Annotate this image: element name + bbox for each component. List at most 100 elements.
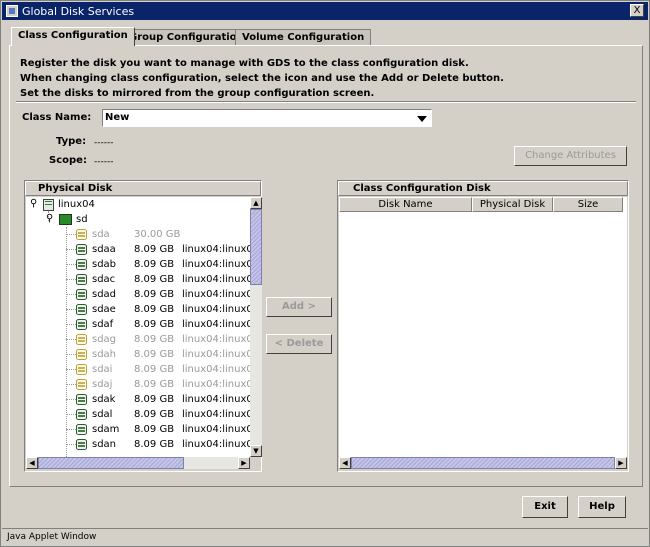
disk-name: sdak: [92, 394, 116, 405]
disk-name: sdam: [92, 424, 120, 435]
disk-name: sdaj: [92, 379, 113, 390]
disk-icon: [76, 379, 87, 390]
class-config-disk-table[interactable]: Disk Name Physical Disk Size: [339, 197, 627, 457]
expand-handle-icon[interactable]: ⚲: [30, 197, 37, 211]
tree-connector: [66, 414, 76, 415]
class-config-disk-title: Class Configuration Disk: [338, 181, 628, 196]
disk-name: sdah: [92, 349, 117, 360]
status-bar: Java Applet Window: [2, 528, 648, 546]
disk-row[interactable]: sdaj 8.09 GB linux04:linux05: [26, 377, 250, 392]
disk-icon: [76, 229, 87, 240]
disk-row[interactable]: sdal 8.09 GB linux04:linux05: [26, 407, 250, 422]
disk-size: 8.09 GB: [134, 319, 175, 330]
scope-value: ------: [94, 157, 114, 167]
tree-connector: [66, 444, 76, 445]
disk-icon: [76, 349, 87, 360]
scroll-up-icon[interactable]: ▲: [250, 197, 262, 209]
disk-location: linux04:linux05: [182, 334, 250, 345]
class-name-select[interactable]: New: [102, 109, 432, 127]
delete-button[interactable]: < Delete: [266, 334, 332, 354]
disk-row[interactable]: sdak 8.09 GB linux04:linux05: [26, 392, 250, 407]
tab-class-configuration[interactable]: Class Configuration: [11, 27, 135, 46]
disk-row[interactable]: sdam 8.09 GB linux04:linux05: [26, 422, 250, 437]
disk-icon: [76, 274, 87, 285]
disk-row[interactable]: sdag 8.09 GB linux04:linux05: [26, 332, 250, 347]
column-header-physical-disk[interactable]: Physical Disk: [472, 197, 553, 212]
disk-name: sda: [92, 229, 110, 240]
help-button[interactable]: Help: [578, 496, 626, 518]
disk-size: 8.09 GB: [134, 439, 175, 450]
disk-location: linux04:linux05: [182, 439, 250, 450]
disk-size: 8.09 GB: [134, 394, 175, 405]
disk-row[interactable]: sdad 8.09 GB linux04:linux05: [26, 287, 250, 302]
tree-connector: [66, 369, 76, 370]
disk-row[interactable]: sdae 8.09 GB linux04:linux05: [26, 302, 250, 317]
disk-location: linux04:linux05: [182, 394, 250, 405]
scroll-right-icon[interactable]: ▶: [615, 457, 627, 469]
tree-connector: [66, 354, 76, 355]
class-name-value: New: [105, 112, 130, 123]
tree-node-host[interactable]: ⚲ linux04: [26, 197, 246, 212]
controller-icon: [59, 214, 72, 225]
tab-group-configuration[interactable]: Group Configuration: [122, 29, 251, 45]
app-icon: [6, 5, 18, 17]
expand-handle-icon[interactable]: ⚲: [46, 211, 53, 226]
tree-connector: [66, 384, 76, 385]
scroll-left-icon[interactable]: ◀: [26, 457, 38, 469]
column-header-size[interactable]: Size: [553, 197, 623, 212]
class-name-label: Class Name:: [22, 112, 92, 123]
exit-button[interactable]: Exit: [522, 496, 568, 518]
physical-disk-tree[interactable]: ⚲ linux04 ⚲ sd sda 30.00 GB sdaa 8.09 GB lin…: [26, 197, 250, 457]
physical-disk-title: Physical Disk: [25, 181, 261, 196]
disk-row[interactable]: sdab 8.09 GB linux04:linux05: [26, 257, 250, 272]
disk-name: sdag: [92, 334, 117, 345]
disk-row[interactable]: sdaa 8.09 GB linux04:linux05: [26, 242, 250, 257]
disk-size: 8.09 GB: [134, 244, 175, 255]
scroll-thumb[interactable]: [250, 209, 262, 285]
close-button[interactable]: X: [630, 4, 644, 17]
chevron-down-icon[interactable]: [417, 116, 427, 122]
disk-location: linux04:linux05: [182, 259, 250, 270]
disk-size: 8.09 GB: [134, 274, 175, 285]
disk-name: sdae: [92, 304, 116, 315]
tab-volume-configuration[interactable]: Volume Configuration: [235, 29, 372, 45]
tree-connector: [66, 339, 76, 340]
disk-icon: [76, 364, 87, 375]
disk-location: linux04:linux05: [182, 409, 250, 420]
disk-name: sdab: [92, 259, 117, 270]
disk-location: linux04:linux05: [182, 274, 250, 285]
tree-node-controller[interactable]: ⚲ sd: [26, 212, 246, 227]
disk-row[interactable]: sdaf 8.09 GB linux04:linux05: [26, 317, 250, 332]
server-icon-detail: [45, 204, 52, 205]
scroll-thumb[interactable]: [351, 457, 615, 469]
scroll-left-icon[interactable]: ◀: [339, 457, 351, 469]
scroll-right-icon[interactable]: ▶: [238, 457, 250, 469]
column-header-disk-name[interactable]: Disk Name: [339, 197, 472, 212]
disk-size: 8.09 GB: [134, 349, 175, 360]
scroll-down-icon[interactable]: ▼: [250, 445, 262, 457]
tree-connector: [66, 234, 76, 235]
disk-row[interactable]: sdah 8.09 GB linux04:linux05: [26, 347, 250, 362]
disk-size: 8.09 GB: [134, 424, 175, 435]
disk-row[interactable]: sdan 8.09 GB linux04:linux05: [26, 437, 250, 452]
disk-location: linux04:linux05: [182, 424, 250, 435]
instructions-text: Register the disk you want to manage wit…: [20, 56, 504, 101]
physical-disk-hscroll[interactable]: ◀ ▶: [26, 457, 250, 469]
disk-row[interactable]: sda 30.00 GB: [26, 227, 246, 242]
class-config-hscroll[interactable]: ◀ ▶: [339, 457, 627, 469]
physical-disk-vscroll[interactable]: ▲ ▼: [250, 197, 262, 457]
disk-name: sdaf: [92, 319, 114, 330]
disk-row[interactable]: sdai 8.09 GB linux04:linux05: [26, 362, 250, 377]
scroll-thumb[interactable]: [38, 457, 184, 469]
type-value: ------: [94, 138, 114, 148]
disk-location: linux04:linux05: [182, 304, 250, 315]
scope-label: Scope:: [49, 155, 87, 166]
title-bar: Global Disk Services X: [2, 2, 648, 20]
add-button[interactable]: Add >: [266, 297, 332, 317]
change-attributes-button[interactable]: Change Attributes: [514, 146, 627, 166]
disk-location: linux04:linux05: [182, 379, 250, 390]
disk-size: 8.09 GB: [134, 409, 175, 420]
disk-icon: [76, 289, 87, 300]
disk-size: 8.09 GB: [134, 379, 175, 390]
disk-row[interactable]: sdac 8.09 GB linux04:linux05: [26, 272, 250, 287]
